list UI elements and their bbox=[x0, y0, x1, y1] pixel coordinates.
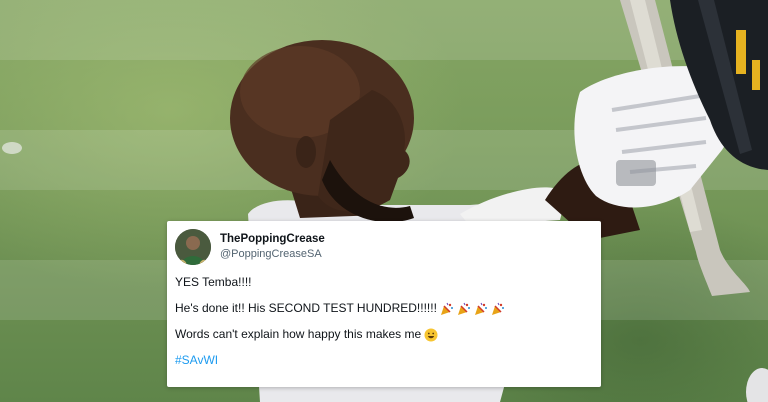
avatar[interactable] bbox=[175, 229, 211, 265]
smiley-face-icon bbox=[424, 328, 438, 342]
tweet-line: Words can't explain how happy this makes… bbox=[175, 327, 591, 342]
party-popper-icon bbox=[474, 302, 488, 316]
tweet-body: YES Temba!!!! He's done it!! His SECOND … bbox=[175, 275, 591, 368]
tweet-line: #SAvWI bbox=[175, 353, 591, 368]
photo-background: ThePoppingCrease @PoppingCreaseSA YES Te… bbox=[0, 0, 768, 402]
avatar-image bbox=[175, 229, 211, 265]
user-handle[interactable]: @PoppingCreaseSA bbox=[220, 247, 325, 262]
ground-marker bbox=[2, 142, 22, 154]
party-popper-icon bbox=[440, 302, 454, 316]
user-info: ThePoppingCrease @PoppingCreaseSA bbox=[220, 232, 325, 262]
tweet-text: He's done it!! His SECOND TEST HUNDRED!!… bbox=[175, 301, 437, 315]
tweet-header: ThePoppingCrease @PoppingCreaseSA bbox=[175, 229, 591, 265]
tweet-text: Words can't explain how happy this makes… bbox=[175, 327, 422, 341]
party-popper-icon bbox=[491, 302, 505, 316]
player-ear bbox=[296, 136, 316, 168]
tweet-line: He's done it!! His SECOND TEST HUNDRED!!… bbox=[175, 301, 591, 316]
tweet-line: YES Temba!!!! bbox=[175, 275, 252, 289]
tweet-card[interactable]: ThePoppingCrease @PoppingCreaseSA YES Te… bbox=[167, 221, 601, 387]
hashtag-link[interactable]: #SAvWI bbox=[175, 353, 218, 368]
display-name[interactable]: ThePoppingCrease bbox=[220, 232, 325, 247]
party-popper-icon bbox=[457, 302, 471, 316]
helmet-stripe bbox=[736, 30, 746, 74]
